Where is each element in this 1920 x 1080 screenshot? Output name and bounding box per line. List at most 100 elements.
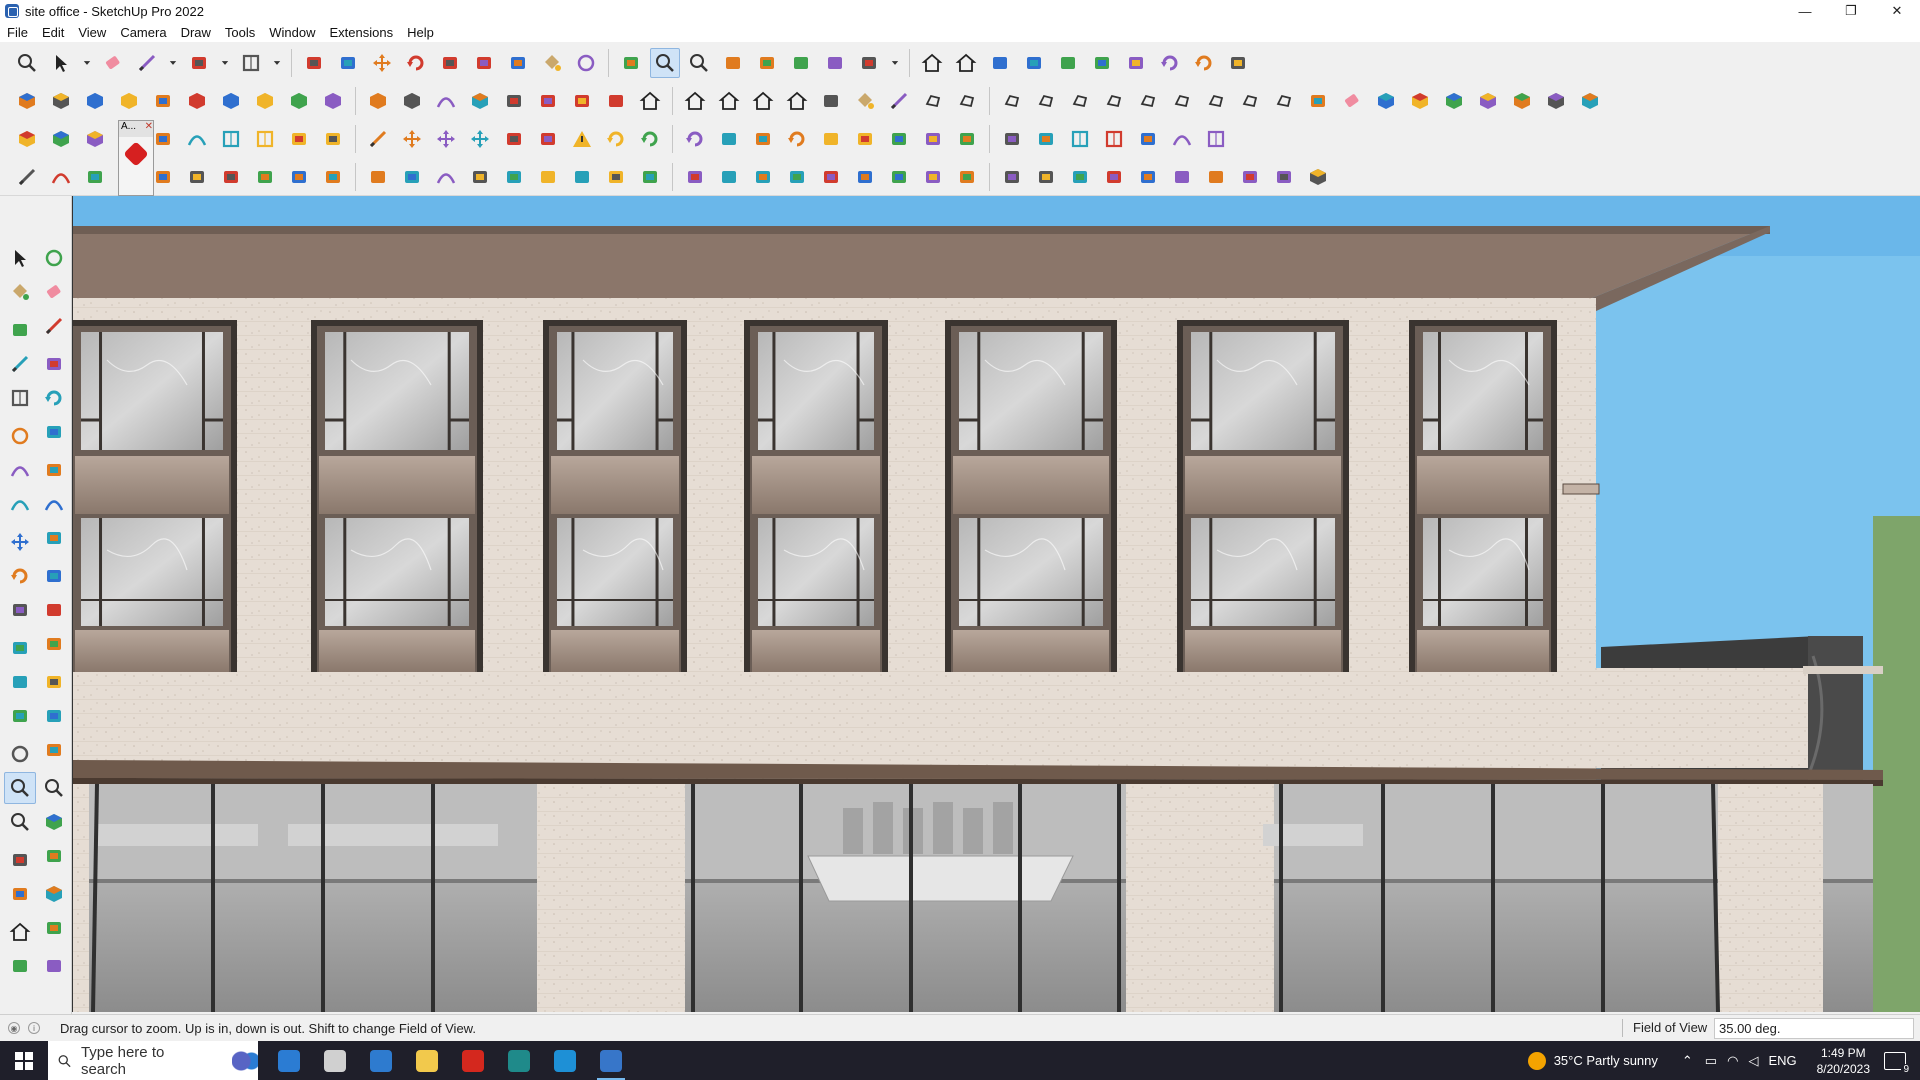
dropdown-icon[interactable] xyxy=(270,48,284,78)
undo-icon[interactable] xyxy=(1155,48,1185,78)
grid-icon[interactable] xyxy=(1065,124,1095,154)
fork-icon[interactable] xyxy=(816,162,846,192)
sandbox-stamp-icon[interactable] xyxy=(1087,48,1117,78)
sway-icon[interactable] xyxy=(496,1041,542,1080)
zoom-extents-icon[interactable] xyxy=(684,48,714,78)
sketchup-icon[interactable] xyxy=(588,1041,634,1080)
walk-icon[interactable] xyxy=(4,878,36,910)
popup-close-icon[interactable]: ✕ xyxy=(145,121,153,137)
previous-view-icon[interactable] xyxy=(38,806,70,838)
geolocation-icon[interactable]: ◉ xyxy=(8,1022,20,1034)
block-icon[interactable] xyxy=(1507,86,1537,116)
menu-extensions[interactable]: Extensions xyxy=(330,25,402,40)
edge-icon[interactable] xyxy=(542,1041,588,1080)
spring-icon[interactable] xyxy=(1201,162,1231,192)
dropdown-icon[interactable] xyxy=(80,48,94,78)
task-view-icon[interactable] xyxy=(312,1041,358,1080)
meet-now-icon[interactable]: ▭ xyxy=(1705,1053,1717,1069)
rail-icon[interactable] xyxy=(1031,162,1061,192)
orbit-icon[interactable] xyxy=(38,242,70,274)
leaf-icon[interactable] xyxy=(635,162,665,192)
offset-icon[interactable] xyxy=(38,594,70,626)
menu-view[interactable]: View xyxy=(78,25,114,40)
stairs-icon[interactable] xyxy=(714,162,744,192)
arc-icon[interactable] xyxy=(431,162,461,192)
sandbox-drape-icon[interactable] xyxy=(1121,48,1151,78)
info-icon[interactable]: i xyxy=(28,1022,40,1034)
curve-icon[interactable] xyxy=(38,488,70,520)
plane-icon[interactable] xyxy=(46,124,76,154)
teams-icon[interactable] xyxy=(232,1047,258,1074)
pencil-icon[interactable] xyxy=(884,86,914,116)
puzzle-icon[interactable] xyxy=(816,124,846,154)
eraser-icon[interactable] xyxy=(98,48,128,78)
view-w-icon[interactable] xyxy=(397,86,427,116)
fire-icon[interactable] xyxy=(80,162,110,192)
tools-icon[interactable] xyxy=(918,124,948,154)
text-icon[interactable] xyxy=(503,48,533,78)
shape-icon[interactable] xyxy=(1235,86,1265,116)
zoom-icon[interactable] xyxy=(4,772,36,804)
section-cut-icon[interactable] xyxy=(499,86,529,116)
freehand-icon[interactable] xyxy=(38,348,70,380)
bezier-icon[interactable] xyxy=(1167,124,1197,154)
add-icon[interactable] xyxy=(431,124,461,154)
rectangle-icon[interactable] xyxy=(236,48,266,78)
arc-icon[interactable] xyxy=(431,86,461,116)
view-z-icon[interactable] xyxy=(250,86,280,116)
dimension-icon[interactable] xyxy=(38,628,70,660)
chain-icon[interactable] xyxy=(284,124,314,154)
brick-icon[interactable] xyxy=(884,162,914,192)
chevron-up-icon[interactable]: ⌃ xyxy=(1682,1053,1693,1069)
shape-icon[interactable] xyxy=(997,86,1027,116)
line-tool-icon[interactable] xyxy=(12,162,42,192)
shape-icon[interactable] xyxy=(1201,86,1231,116)
corner-icon[interactable] xyxy=(363,162,393,192)
layers-icon[interactable] xyxy=(4,950,36,982)
push-pull-icon[interactable] xyxy=(299,48,329,78)
view-x-icon[interactable] xyxy=(182,86,212,116)
materials-icon[interactable] xyxy=(752,48,782,78)
house-icon[interactable] xyxy=(782,86,812,116)
polygon-icon[interactable] xyxy=(38,416,70,448)
bracket-icon[interactable] xyxy=(318,162,348,192)
volume-icon[interactable]: ◁ xyxy=(1748,1053,1758,1069)
frame-icon[interactable] xyxy=(1201,124,1231,154)
pie-icon[interactable] xyxy=(38,454,70,486)
rotate-icon[interactable] xyxy=(4,560,36,592)
block-icon[interactable] xyxy=(1473,86,1503,116)
orbit-icon[interactable] xyxy=(571,48,601,78)
rail-icon[interactable] xyxy=(1133,162,1163,192)
menu-camera[interactable]: Camera xyxy=(120,25,174,40)
layers-icon[interactable] xyxy=(820,48,850,78)
zoom-icon[interactable] xyxy=(12,48,42,78)
model-viewport[interactable] xyxy=(72,196,1920,1012)
restore-button[interactable]: ❐ xyxy=(1828,0,1874,22)
menu-draw[interactable]: Draw xyxy=(181,25,219,40)
paint-bucket-icon[interactable] xyxy=(4,276,36,308)
ruby-console-icon[interactable] xyxy=(123,141,149,167)
shape-icon[interactable] xyxy=(952,86,982,116)
acrobat-icon[interactable] xyxy=(450,1041,496,1080)
shape-icon[interactable] xyxy=(1065,86,1095,116)
shape-icon[interactable] xyxy=(1099,86,1129,116)
menu-file[interactable]: File xyxy=(7,25,36,40)
balustrade-icon[interactable] xyxy=(567,162,597,192)
push-pull-icon[interactable] xyxy=(38,522,70,554)
scale-icon[interactable] xyxy=(4,594,36,626)
close-button[interactable]: ✕ xyxy=(1874,0,1920,22)
redo-icon[interactable] xyxy=(1189,48,1219,78)
mesh-icon[interactable] xyxy=(1065,162,1095,192)
menu-edit[interactable]: Edit xyxy=(42,25,72,40)
paint-icon[interactable] xyxy=(850,86,880,116)
move-icon[interactable] xyxy=(367,48,397,78)
tape-measure-icon[interactable] xyxy=(4,632,36,664)
sandbox-from-contours-icon[interactable] xyxy=(1019,48,1049,78)
top-view-icon[interactable] xyxy=(46,86,76,116)
gem-icon[interactable] xyxy=(952,124,982,154)
ruby-icon[interactable] xyxy=(1223,48,1253,78)
follow-me-icon[interactable] xyxy=(333,48,363,78)
follow-me-icon[interactable] xyxy=(38,560,70,592)
start-button[interactable] xyxy=(0,1041,48,1080)
chair-icon[interactable] xyxy=(952,162,982,192)
